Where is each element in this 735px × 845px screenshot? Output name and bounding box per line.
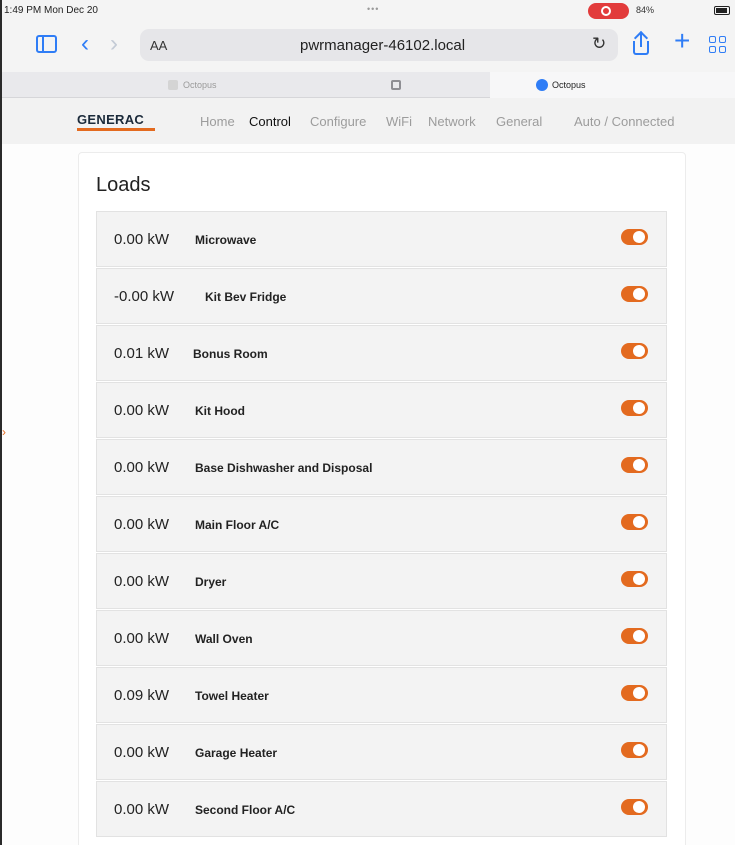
status-time: 1:49 PM Mon Dec 20 bbox=[4, 5, 98, 16]
page-title: Loads bbox=[96, 174, 151, 196]
tab-favicon-icon bbox=[168, 80, 178, 90]
load-power: 0.00 kW bbox=[114, 744, 170, 761]
load-toggle[interactable] bbox=[621, 286, 648, 302]
load-row: 0.00 kW Microwave bbox=[96, 211, 667, 267]
tab-1-label[interactable]: Octopus bbox=[183, 80, 217, 90]
site-nav: GENERAC Home Control Configure WiFi Netw… bbox=[2, 98, 735, 144]
connection-status: Auto / Connected bbox=[574, 114, 675, 129]
load-name: Bonus Room bbox=[193, 347, 268, 361]
load-name: Second Floor A/C bbox=[195, 803, 296, 817]
tab-favicon-icon[interactable] bbox=[391, 80, 401, 90]
load-power: 0.09 kW bbox=[114, 687, 170, 704]
tab-overview-icon[interactable] bbox=[709, 36, 727, 54]
generac-logo[interactable]: GENERAC bbox=[77, 112, 144, 127]
load-name: Garage Heater bbox=[195, 746, 278, 760]
load-row: -0.00 kW Kit Bev Fridge bbox=[96, 268, 667, 324]
reload-icon[interactable]: ↻ bbox=[592, 34, 606, 54]
load-toggle[interactable] bbox=[621, 628, 648, 644]
reader-options-button[interactable]: AA bbox=[150, 38, 167, 53]
nav-configure[interactable]: Configure bbox=[310, 114, 366, 129]
status-bar: 1:49 PM Mon Dec 20 ••• 84% bbox=[2, 0, 735, 22]
load-power: 0.00 kW bbox=[114, 231, 170, 248]
tab-3-label[interactable]: Octopus bbox=[552, 80, 586, 90]
load-toggle[interactable] bbox=[621, 742, 648, 758]
load-name: Wall Oven bbox=[195, 632, 253, 646]
load-name: Towel Heater bbox=[195, 689, 269, 703]
battery-percent: 84% bbox=[636, 5, 655, 15]
load-row: 0.00 kW Wall Oven bbox=[96, 610, 667, 666]
battery-icon bbox=[714, 6, 730, 15]
nav-wifi[interactable]: WiFi bbox=[386, 114, 412, 129]
load-toggle[interactable] bbox=[621, 571, 648, 587]
load-power: -0.00 kW bbox=[114, 288, 175, 305]
load-toggle[interactable] bbox=[621, 514, 648, 530]
load-name: Microwave bbox=[195, 233, 257, 247]
nav-general[interactable]: General bbox=[496, 114, 542, 129]
sidebar-icon[interactable] bbox=[36, 35, 57, 53]
load-row: 0.09 kW Towel Heater bbox=[96, 667, 667, 723]
load-name: Kit Hood bbox=[195, 404, 245, 418]
load-row: 0.00 kW Garage Heater bbox=[96, 724, 667, 780]
load-row: 0.00 kW Base Dishwasher and Disposal bbox=[96, 439, 667, 495]
forward-icon[interactable]: › bbox=[110, 32, 118, 56]
share-icon[interactable] bbox=[632, 30, 650, 55]
tab-strip: Octopus Octopus bbox=[2, 72, 735, 98]
load-toggle[interactable] bbox=[621, 799, 648, 815]
load-toggle[interactable] bbox=[621, 229, 648, 245]
load-row: 0.00 kW Main Floor A/C bbox=[96, 496, 667, 552]
load-power: 0.00 kW bbox=[114, 402, 170, 419]
screen: 1:49 PM Mon Dec 20 ••• 84% ‹ › AA pwrman… bbox=[0, 0, 735, 845]
multitasking-dots-icon[interactable]: ••• bbox=[367, 4, 379, 14]
load-row: 0.00 kW Kit Hood bbox=[96, 382, 667, 438]
load-name: Base Dishwasher and Disposal bbox=[195, 461, 373, 475]
load-row: 0.01 kW Bonus Room bbox=[96, 325, 667, 381]
logo-underline bbox=[77, 128, 155, 131]
screen-recording-icon[interactable] bbox=[588, 3, 629, 19]
load-row: 0.00 kW Dryer bbox=[96, 553, 667, 609]
nav-network[interactable]: Network bbox=[428, 114, 476, 129]
load-power: 0.00 kW bbox=[114, 516, 170, 533]
load-toggle[interactable] bbox=[621, 685, 648, 701]
chevron-right-icon: › bbox=[2, 425, 6, 439]
tab-active[interactable] bbox=[490, 72, 735, 98]
address-bar[interactable]: AA pwrmanager-46102.local ↻ bbox=[140, 29, 618, 61]
load-toggle[interactable] bbox=[621, 343, 648, 359]
load-power: 0.00 kW bbox=[114, 801, 170, 818]
nav-home[interactable]: Home bbox=[200, 114, 235, 129]
url-text[interactable]: pwrmanager-46102.local bbox=[300, 37, 465, 54]
load-name: Dryer bbox=[195, 575, 227, 589]
load-power: 0.01 kW bbox=[114, 345, 170, 362]
load-power: 0.00 kW bbox=[114, 459, 170, 476]
load-power: 0.00 kW bbox=[114, 573, 170, 590]
load-row: 0.00 kW Second Floor A/C bbox=[96, 781, 667, 837]
nav-control[interactable]: Control bbox=[249, 114, 291, 129]
load-toggle[interactable] bbox=[621, 457, 648, 473]
load-toggle[interactable] bbox=[621, 400, 648, 416]
back-icon[interactable]: ‹ bbox=[81, 32, 89, 56]
browser-toolbar: ‹ › AA pwrmanager-46102.local ↻ + bbox=[2, 22, 735, 72]
load-power: 0.00 kW bbox=[114, 630, 170, 647]
load-name: Main Floor A/C bbox=[195, 518, 280, 532]
load-name: Kit Bev Fridge bbox=[205, 290, 287, 304]
new-tab-icon[interactable]: + bbox=[674, 27, 690, 55]
octopus-favicon-icon bbox=[536, 79, 548, 91]
